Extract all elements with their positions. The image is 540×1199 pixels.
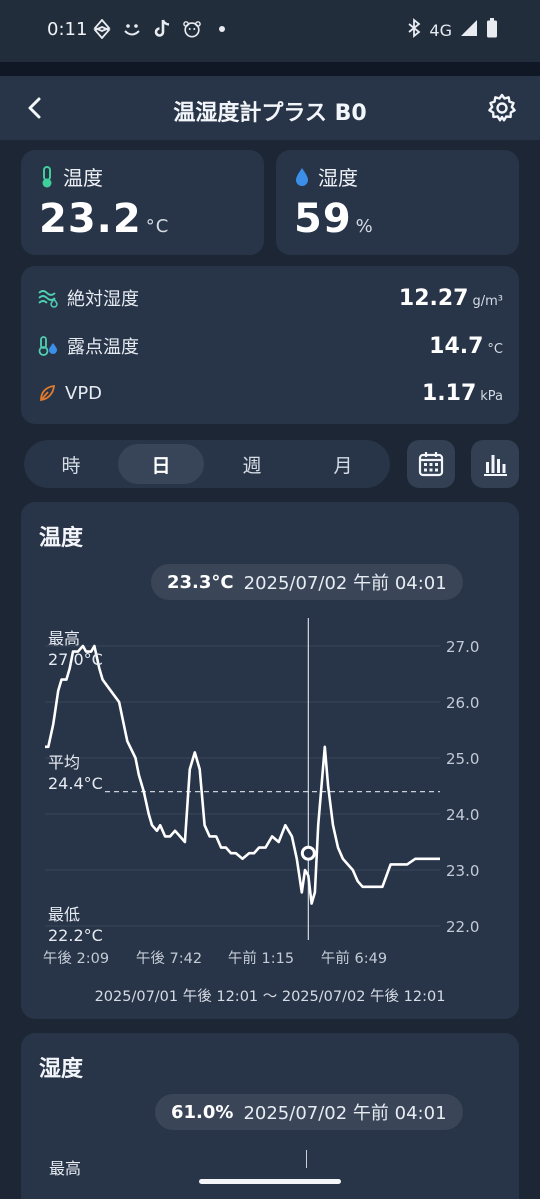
dew-point-label-group: 露点温度	[37, 333, 139, 359]
bluetooth-icon	[407, 18, 421, 42]
temperature-chart[interactable]: 27.0 26.0 25.0 24.0 23.0 22.0 最高 27.0°C 平均 24.4°C…	[21, 612, 519, 1072]
temperature-chart-card: 温度 23.3°C 2025/07/02 午前 04:01 27.0 26.0 25…	[21, 502, 519, 1019]
app-bar: 温湿度計プラス B0	[0, 76, 540, 140]
max-value: 27.0°C	[48, 650, 103, 669]
vpd-row: VPD 1.17 kPa	[37, 373, 503, 413]
calendar-button[interactable]	[407, 440, 455, 488]
tiktok-icon	[152, 18, 172, 40]
humidity-max-label: 最高	[49, 1159, 82, 1178]
vpd-unit: kPa	[480, 388, 503, 404]
dot-icon	[212, 18, 232, 40]
details-card: 絶対湿度 12.27 g/m³ 露点温度 14.7 °C VPD 1.17 kPa	[21, 266, 519, 424]
temperature-label: 温度	[63, 166, 103, 190]
temperature-tooltip: 23.3°C 2025/07/02 午前 04:01	[151, 564, 463, 600]
signal-icon	[460, 19, 478, 41]
humidity-header: 湿度	[294, 162, 358, 191]
vpd-label: VPD	[65, 382, 103, 404]
absolute-humidity-row: 絶対湿度 12.27 g/m³	[37, 278, 503, 318]
chart-type-button[interactable]	[471, 440, 519, 488]
notification-icons	[92, 18, 232, 40]
y-tick-label: 23.0	[446, 862, 479, 880]
humidity-tooltip-value: 61.0%	[171, 1101, 234, 1123]
y-tick-label: 24.0	[446, 806, 479, 824]
calendar-icon	[418, 452, 444, 477]
avg-value: 24.4°C	[48, 774, 103, 793]
y-tick-label: 25.0	[446, 750, 479, 768]
vpd-value: 1.17	[421, 380, 477, 406]
leaf-icon	[40, 384, 56, 402]
dew-point-value-block: 14.7 °C	[429, 334, 503, 359]
temperature-series-line	[45, 644, 440, 905]
temperature-header: 温度	[39, 162, 103, 191]
bar-chart-icon	[484, 455, 507, 476]
min-label: 最低	[48, 905, 80, 924]
gesture-bar[interactable]	[199, 1179, 341, 1184]
absolute-humidity-value-block: 12.27 g/m³	[399, 286, 503, 311]
humidity-chart-card: 湿度 61.0% 2025/07/02 午前 04:01 最高	[21, 1033, 519, 1199]
x-tick-label: 午前 1:15	[228, 950, 294, 967]
humidity-cursor-line	[306, 1150, 307, 1168]
max-label: 最高	[48, 629, 80, 648]
absolute-humidity-unit: g/m³	[472, 293, 503, 309]
temperature-unit: °C	[145, 216, 170, 237]
tooltip-time: 2025/07/02 午前 04:01	[243, 573, 447, 594]
gear-icon	[488, 93, 516, 122]
network-label: 4G	[429, 20, 452, 40]
y-tick-label: 27.0	[446, 638, 479, 656]
link-icon	[92, 18, 112, 40]
status-time: 0:11	[47, 19, 88, 40]
smiley-icon	[122, 18, 142, 40]
range-selector: 時 日 週 月	[24, 440, 390, 488]
humidity-tooltip: 61.0% 2025/07/02 午前 04:01	[155, 1094, 463, 1130]
water-drop-icon	[296, 167, 308, 186]
tab-week[interactable]: 週	[209, 444, 295, 484]
humidity-value-block: 59%	[294, 196, 374, 242]
page-title: 温湿度計プラス B0	[173, 101, 367, 126]
y-tick-label: 26.0	[446, 694, 479, 712]
status-bar: 0:11 4G	[0, 0, 540, 62]
dew-point-label: 露点温度	[67, 337, 139, 358]
y-tick-label: 22.0	[446, 918, 479, 936]
humidity-card: 湿度 59%	[276, 150, 519, 255]
tab-hour[interactable]: 時	[28, 444, 114, 484]
temperature-value: 23.2	[39, 196, 142, 242]
status-right: 4G	[407, 18, 498, 42]
vpd-value-block: 1.17 kPa	[422, 381, 503, 406]
selected-point-marker	[300, 845, 316, 861]
humidity-chart-title: 湿度	[39, 1057, 84, 1082]
bear-icon	[182, 18, 202, 40]
humidity-tooltip-time: 2025/07/02 午前 04:01	[243, 1103, 447, 1124]
x-tick-label: 午前 6:49	[321, 950, 387, 967]
thermometer-icon	[42, 165, 52, 187]
absolute-humidity-label-group: 絶対湿度	[37, 285, 139, 311]
tooltip-value: 23.3°C	[167, 571, 234, 593]
date-range-label: 2025/07/01 午後 12:01 ～ 2025/07/02 午後 12:0…	[95, 988, 446, 1005]
absolute-humidity-label: 絶対湿度	[67, 289, 139, 310]
battery-icon	[486, 18, 498, 42]
settings-button[interactable]	[484, 90, 520, 126]
tab-day[interactable]: 日	[118, 444, 204, 484]
dew-point-icon	[38, 336, 57, 356]
dew-point-value: 14.7	[429, 333, 484, 359]
vpd-label-group: VPD	[37, 383, 102, 404]
temperature-value-block: 23.2 °C	[39, 196, 169, 242]
avg-label: 平均	[48, 753, 80, 772]
temperature-chart-title: 温度	[39, 526, 84, 551]
x-tick-label: 午後 7:42	[136, 950, 202, 967]
humidity-unit: %	[355, 216, 374, 237]
absolute-humidity-icon	[38, 290, 58, 308]
x-tick-label: 午後 2:09	[43, 950, 109, 967]
temperature-card: 温度 23.2 °C	[21, 150, 264, 255]
humidity-label: 湿度	[318, 166, 358, 190]
tab-month[interactable]: 月	[300, 444, 386, 484]
humidity-value: 59	[294, 196, 352, 242]
absolute-humidity-value: 12.27	[398, 285, 469, 311]
dew-point-unit: °C	[487, 341, 503, 357]
min-value: 22.2°C	[48, 926, 103, 945]
dew-point-row: 露点温度 14.7 °C	[37, 326, 503, 366]
